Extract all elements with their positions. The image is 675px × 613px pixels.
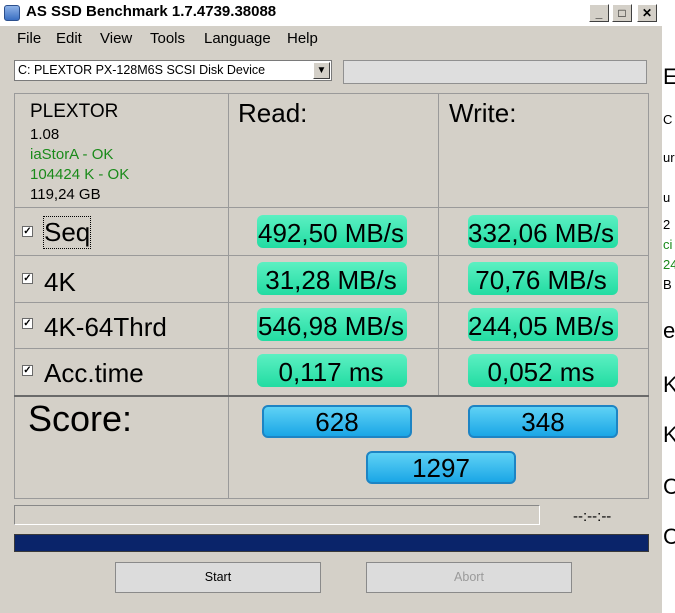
background-text: ci [663,237,673,252]
elapsed-time: --:--:-- [573,508,612,525]
background-text: C [663,112,673,127]
background-text: u [663,190,671,205]
drive-size: 119,24 GB [30,186,101,203]
status-field [14,505,540,525]
grid-line [14,348,649,349]
score-label: Score: [28,398,133,439]
background-text: K [663,422,675,447]
background-text: e [663,318,675,343]
drive-alignment-status: 104424 K - OK [30,166,130,183]
menu-edit[interactable]: Edit [56,30,82,47]
background-text: 24 [663,257,675,272]
seq-checkbox[interactable]: ✓ [22,226,33,237]
window-title: AS SSD Benchmark 1.7.4739.38088 [26,3,277,20]
start-button[interactable]: Start [115,562,321,593]
grid-line [14,255,649,256]
drive-brand: PLEXTOR [30,101,119,122]
minimize-button[interactable]: _ [589,4,609,22]
device-info-field [343,60,647,84]
acctime-label: Acc.time [44,358,144,388]
4k-label: 4K [44,267,76,297]
grid-line [14,207,649,208]
menu-tools[interactable]: Tools [150,30,185,47]
grid-line [14,498,649,499]
grid-line [228,93,229,499]
background-text: 2 [663,217,671,232]
read-column-header: Read: [238,98,308,128]
4k-checkbox[interactable]: ✓ [22,273,33,284]
menu-file[interactable]: File [17,30,41,47]
write-column-header: Write: [449,98,517,128]
app-window: AS SSD Benchmark 1.7.4739.38088 _ □ ✕ Fi… [0,0,662,613]
maximize-icon: □ [618,6,626,20]
close-button[interactable]: ✕ [637,4,657,22]
acctime-read-value: 0,117 ms [278,357,384,387]
grid-line [14,395,649,397]
grid-line [438,93,439,395]
device-select-value: C: PLEXTOR PX-128M6S SCSI Disk Device [18,63,266,77]
drive-firmware: 1.08 [30,126,60,143]
background-window-strip: E C ur u 2 ci 24 B e K K C C [662,0,675,613]
grid-line [14,93,649,94]
grid-line [14,93,15,499]
progress-bar [14,534,649,552]
4k64-label: 4K-64Thrd [44,312,167,342]
background-text: E [663,64,675,89]
title-bar[interactable]: AS SSD Benchmark 1.7.4739.38088 _ □ ✕ [0,0,662,26]
4k64-read-value: 546,98 MB/s [258,311,404,341]
acctime-checkbox[interactable]: ✓ [22,365,33,376]
abort-button[interactable]: Abort [366,562,572,593]
seq-read-value: 492,50 MB/s [258,218,404,248]
menu-help[interactable]: Help [287,30,318,47]
acctime-write-value: 0,052 ms [487,357,595,387]
minimize-icon: _ [595,6,603,20]
seq-label: Seq [42,216,92,249]
maximize-button[interactable]: □ [612,4,632,22]
4k-read-value: 31,28 MB/s [265,265,397,295]
drive-driver-status: iaStorA - OK [30,146,114,163]
close-icon: ✕ [641,6,653,20]
background-text: C [663,474,675,499]
4k-write-value: 70,76 MB/s [475,265,607,295]
background-text: K [663,372,675,397]
background-text: ur [663,150,675,165]
menu-language[interactable]: Language [204,30,271,47]
menu-view[interactable]: View [100,30,132,47]
dropdown-arrow-icon[interactable]: ▼ [313,62,330,79]
score-read-value: 628 [315,407,359,437]
background-text: B [663,277,672,292]
4k64-checkbox[interactable]: ✓ [22,318,33,329]
device-select[interactable]: C: PLEXTOR PX-128M6S SCSI Disk Device ▼ [14,60,332,81]
score-total-value: 1297 [412,453,470,483]
background-text: C [663,524,675,549]
grid-line [14,302,649,303]
grid-line [648,93,649,499]
4k64-write-value: 244,05 MB/s [468,311,614,341]
score-write-value: 348 [521,407,565,437]
app-drive-icon [4,5,20,21]
seq-write-value: 332,06 MB/s [468,218,614,248]
